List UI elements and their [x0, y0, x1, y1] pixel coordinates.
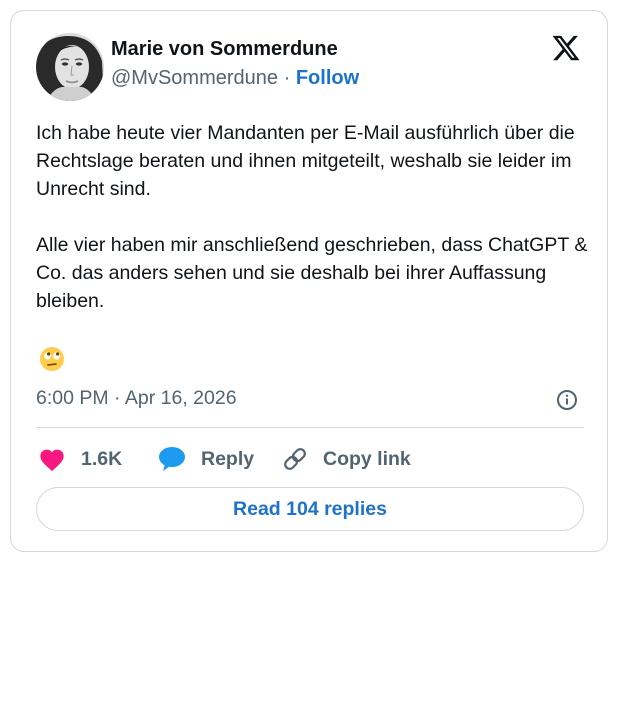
like-count: 1.6K: [81, 447, 123, 470]
copy-link-button[interactable]: Copy link: [281, 445, 411, 473]
follow-button[interactable]: Follow: [296, 67, 359, 89]
rolling-eyes-emoji-icon: [39, 346, 65, 372]
copy-link-label: Copy link: [323, 447, 411, 470]
separator-dot: ·: [283, 67, 291, 89]
like-button[interactable]: 1.6K: [38, 445, 122, 473]
x-logo-icon[interactable]: [551, 33, 581, 63]
tweet-text: Ich habe heute vier Mandanten per E-Mail…: [36, 119, 596, 315]
info-icon[interactable]: [556, 389, 578, 411]
avatar[interactable]: [36, 33, 104, 101]
heart-icon: [38, 446, 66, 472]
reply-label: Reply: [201, 447, 255, 470]
tweet-paragraph-1: Ich habe heute vier Mandanten per E-Mail…: [36, 122, 575, 200]
timestamp[interactable]: 6:00 PM · Apr 16, 2026: [36, 387, 237, 410]
reply-button[interactable]: Reply: [158, 445, 254, 473]
divider: [36, 427, 584, 428]
link-icon: [281, 445, 309, 473]
tweet-card: Marie von Sommerdune @MvSommerdune · Fol…: [10, 10, 608, 552]
handle-row: @MvSommerdune · Follow: [111, 67, 359, 90]
tweet-paragraph-2: Alle vier haben mir anschließend geschri…: [36, 234, 588, 312]
author-handle[interactable]: @MvSommerdune: [111, 67, 278, 89]
read-replies-button[interactable]: Read 104 replies: [36, 487, 584, 531]
author-name[interactable]: Marie von Sommerdune: [111, 38, 338, 61]
reply-bubble-icon: [158, 446, 186, 472]
